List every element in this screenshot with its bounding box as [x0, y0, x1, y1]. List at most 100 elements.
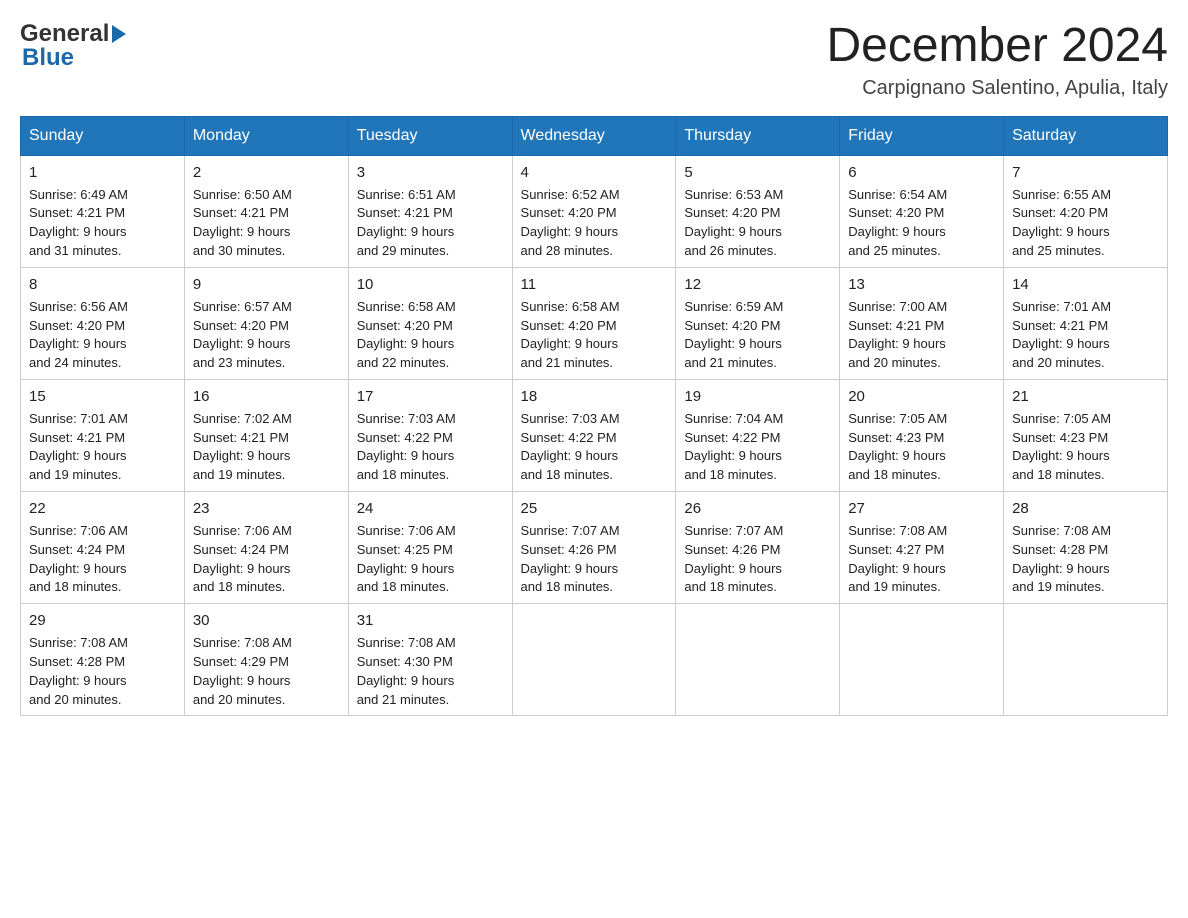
sunset-text: Sunset: 4:30 PM	[357, 654, 453, 669]
daylight-line1: Daylight: 9 hours	[1012, 336, 1110, 351]
sunrise-text: Sunrise: 7:06 AM	[29, 523, 128, 538]
daylight-line1: Daylight: 9 hours	[848, 336, 946, 351]
calendar-cell: 31Sunrise: 7:08 AMSunset: 4:30 PMDayligh…	[348, 604, 512, 716]
sunset-text: Sunset: 4:21 PM	[29, 430, 125, 445]
weekday-header-wednesday: Wednesday	[512, 116, 676, 155]
sunrise-text: Sunrise: 7:08 AM	[357, 635, 456, 650]
calendar-cell: 24Sunrise: 7:06 AMSunset: 4:25 PMDayligh…	[348, 492, 512, 604]
daylight-line1: Daylight: 9 hours	[521, 448, 619, 463]
calendar-cell: 20Sunrise: 7:05 AMSunset: 4:23 PMDayligh…	[840, 380, 1004, 492]
daylight-line2: and 30 minutes.	[193, 243, 286, 258]
daylight-line1: Daylight: 9 hours	[1012, 561, 1110, 576]
daylight-line2: and 26 minutes.	[684, 243, 777, 258]
daylight-line2: and 19 minutes.	[193, 467, 286, 482]
daylight-line2: and 19 minutes.	[29, 467, 122, 482]
daylight-line2: and 24 minutes.	[29, 355, 122, 370]
daylight-line1: Daylight: 9 hours	[357, 561, 455, 576]
daylight-line1: Daylight: 9 hours	[357, 448, 455, 463]
day-number: 27	[848, 498, 995, 520]
calendar-cell	[676, 604, 840, 716]
weekday-header-sunday: Sunday	[21, 116, 185, 155]
sunset-text: Sunset: 4:22 PM	[521, 430, 617, 445]
daylight-line2: and 20 minutes.	[848, 355, 941, 370]
day-number: 23	[193, 498, 340, 520]
calendar-cell: 16Sunrise: 7:02 AMSunset: 4:21 PMDayligh…	[184, 380, 348, 492]
daylight-line1: Daylight: 9 hours	[193, 561, 291, 576]
sunrise-text: Sunrise: 6:49 AM	[29, 187, 128, 202]
daylight-line1: Daylight: 9 hours	[848, 448, 946, 463]
sunset-text: Sunset: 4:28 PM	[1012, 542, 1108, 557]
sunrise-text: Sunrise: 7:05 AM	[1012, 411, 1111, 426]
daylight-line2: and 18 minutes.	[357, 579, 450, 594]
day-number: 8	[29, 274, 176, 296]
calendar-cell: 5Sunrise: 6:53 AMSunset: 4:20 PMDaylight…	[676, 155, 840, 267]
daylight-line1: Daylight: 9 hours	[684, 561, 782, 576]
sunrise-text: Sunrise: 6:58 AM	[521, 299, 620, 314]
daylight-line1: Daylight: 9 hours	[1012, 224, 1110, 239]
day-number: 24	[357, 498, 504, 520]
day-number: 1	[29, 162, 176, 184]
logo: General Blue	[20, 20, 126, 72]
daylight-line1: Daylight: 9 hours	[29, 224, 127, 239]
calendar-cell: 27Sunrise: 7:08 AMSunset: 4:27 PMDayligh…	[840, 492, 1004, 604]
sunrise-text: Sunrise: 7:08 AM	[1012, 523, 1111, 538]
daylight-line2: and 19 minutes.	[848, 579, 941, 594]
calendar-cell: 6Sunrise: 6:54 AMSunset: 4:20 PMDaylight…	[840, 155, 1004, 267]
daylight-line2: and 18 minutes.	[357, 467, 450, 482]
week-row-1: 1 Sunrise: 6:49 AM Sunset: 4:21 PM Daylight…	[21, 155, 1168, 267]
daylight-line2: and 20 minutes.	[29, 692, 122, 707]
calendar-cell: 9Sunrise: 6:57 AMSunset: 4:20 PMDaylight…	[184, 267, 348, 379]
sunrise-text: Sunrise: 7:05 AM	[848, 411, 947, 426]
calendar-cell: 29Sunrise: 7:08 AMSunset: 4:28 PMDayligh…	[21, 604, 185, 716]
calendar-cell: 12Sunrise: 6:59 AMSunset: 4:20 PMDayligh…	[676, 267, 840, 379]
sunset-text: Sunset: 4:21 PM	[357, 205, 453, 220]
day-number: 10	[357, 274, 504, 296]
sunset-text: Sunset: 4:21 PM	[193, 205, 289, 220]
logo-general: General	[20, 20, 126, 47]
daylight-line2: and 21 minutes.	[357, 692, 450, 707]
daylight-line1: Daylight: 9 hours	[193, 673, 291, 688]
daylight-line1: Daylight: 9 hours	[193, 224, 291, 239]
day-number: 18	[521, 386, 668, 408]
sunrise-text: Sunrise: 6:51 AM	[357, 187, 456, 202]
day-number: 6	[848, 162, 995, 184]
day-number: 5	[684, 162, 831, 184]
calendar-cell: 30Sunrise: 7:08 AMSunset: 4:29 PMDayligh…	[184, 604, 348, 716]
calendar-cell: 28Sunrise: 7:08 AMSunset: 4:28 PMDayligh…	[1004, 492, 1168, 604]
sunrise-text: Sunrise: 7:07 AM	[684, 523, 783, 538]
sunrise-text: Sunrise: 6:50 AM	[193, 187, 292, 202]
daylight-line2: and 23 minutes.	[193, 355, 286, 370]
daylight-line1: Daylight: 9 hours	[684, 336, 782, 351]
daylight-line1: Daylight: 9 hours	[521, 561, 619, 576]
daylight-line2: and 28 minutes.	[521, 243, 614, 258]
sunset-text: Sunset: 4:20 PM	[357, 318, 453, 333]
sunrise-text: Sunrise: 7:08 AM	[848, 523, 947, 538]
daylight-line2: and 18 minutes.	[193, 579, 286, 594]
sunrise-text: Sunrise: 7:00 AM	[848, 299, 947, 314]
sunrise-text: Sunrise: 6:57 AM	[193, 299, 292, 314]
day-number: 16	[193, 386, 340, 408]
week-row-3: 15Sunrise: 7:01 AMSunset: 4:21 PMDayligh…	[21, 380, 1168, 492]
page-header: General Blue December 2024 Carpignano Sa…	[20, 20, 1168, 100]
sunset-text: Sunset: 4:28 PM	[29, 654, 125, 669]
weekday-header-tuesday: Tuesday	[348, 116, 512, 155]
sunrise-text: Sunrise: 6:58 AM	[357, 299, 456, 314]
sunset-text: Sunset: 4:20 PM	[521, 318, 617, 333]
day-number: 3	[357, 162, 504, 184]
month-title: December 2024	[826, 20, 1168, 73]
sunrise-text: Sunrise: 6:59 AM	[684, 299, 783, 314]
daylight-line2: and 18 minutes.	[684, 579, 777, 594]
sunset-text: Sunset: 4:21 PM	[848, 318, 944, 333]
sunrise-text: Sunrise: 7:08 AM	[193, 635, 292, 650]
daylight-line2: and 22 minutes.	[357, 355, 450, 370]
daylight-line2: and 20 minutes.	[193, 692, 286, 707]
daylight-line2: and 21 minutes.	[521, 355, 614, 370]
location-subtitle: Carpignano Salentino, Apulia, Italy	[826, 77, 1168, 100]
calendar-cell: 25Sunrise: 7:07 AMSunset: 4:26 PMDayligh…	[512, 492, 676, 604]
daylight-line1: Daylight: 9 hours	[521, 224, 619, 239]
sunset-text: Sunset: 4:20 PM	[193, 318, 289, 333]
daylight-line1: Daylight: 9 hours	[193, 336, 291, 351]
day-number: 15	[29, 386, 176, 408]
weekday-header-friday: Friday	[840, 116, 1004, 155]
sunset-text: Sunset: 4:21 PM	[1012, 318, 1108, 333]
